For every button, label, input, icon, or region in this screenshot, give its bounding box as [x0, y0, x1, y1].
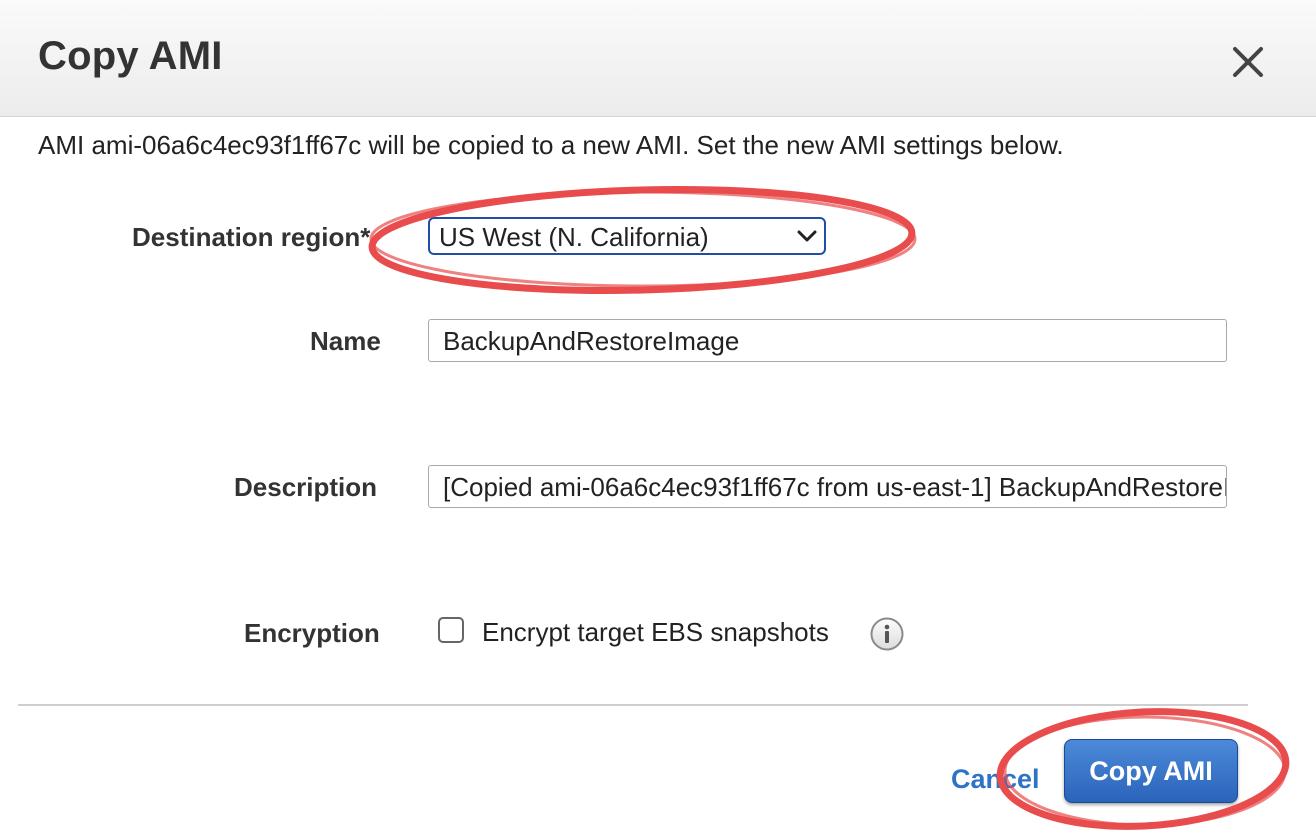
copy-ami-dialog: Copy AMI AMI ami-06a6c4ec93f1ff67c will …: [0, 0, 1316, 840]
dialog-header: Copy AMI: [0, 0, 1316, 117]
name-input-value: BackupAndRestoreImage: [443, 326, 740, 356]
info-icon: [870, 617, 904, 651]
description-input-value: [Copied ami-06a6c4ec93f1ff67c from us-ea…: [443, 472, 1227, 502]
close-button[interactable]: [1226, 40, 1270, 84]
dialog-title: Copy AMI: [38, 34, 223, 78]
destination-region-label: Destination region*: [132, 222, 371, 252]
encryption-label: Encryption: [244, 618, 380, 648]
encrypt-snapshots-label[interactable]: Encrypt target EBS snapshots: [482, 617, 829, 648]
info-button[interactable]: [869, 616, 905, 652]
dialog-intro-text: AMI ami-06a6c4ec93f1ff67c will be copied…: [38, 130, 1064, 160]
encrypt-snapshots-checkbox[interactable]: [438, 617, 464, 643]
description-label: Description: [234, 472, 378, 502]
destination-region-select[interactable]: US West (N. California): [428, 217, 826, 255]
cancel-button[interactable]: Cancel: [951, 764, 1040, 795]
chevron-down-icon: [797, 230, 817, 242]
name-input[interactable]: BackupAndRestoreImage: [428, 319, 1227, 362]
close-icon: [1233, 47, 1263, 77]
description-input[interactable]: [Copied ami-06a6c4ec93f1ff67c from us-ea…: [428, 465, 1227, 508]
destination-region-value: US West (N. California): [439, 222, 709, 252]
footer-divider: [18, 704, 1248, 706]
copy-ami-button[interactable]: Copy AMI: [1064, 739, 1238, 803]
name-label: Name: [310, 326, 381, 356]
